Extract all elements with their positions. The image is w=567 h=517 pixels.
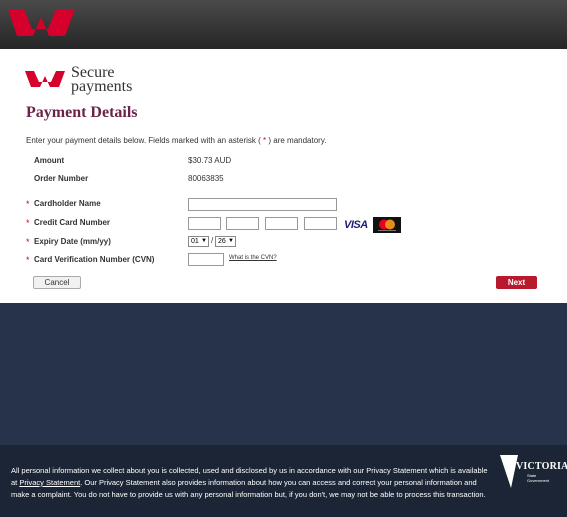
order-number-label: Order Number	[34, 174, 89, 183]
amount-label: Amount	[34, 156, 65, 165]
amount-value: $30.73 AUD	[188, 156, 232, 165]
cancel-button[interactable]: Cancel	[33, 276, 81, 289]
required-asterisk: *	[26, 199, 30, 209]
cvn-label: Card Verification Number (CVN)	[34, 255, 155, 264]
card-number-label: Credit Card Number	[34, 218, 111, 227]
secure-payments-wordmark: Secure payments	[71, 65, 133, 95]
card-number-part-1-input[interactable]	[188, 217, 221, 230]
victoria-wordmark: VICTORIA	[516, 461, 567, 472]
privacy-notice: All personal information we collect abou…	[11, 465, 495, 501]
required-asterisk: *	[26, 237, 30, 247]
brand-line-payments: payments	[71, 78, 133, 95]
cardholder-name-label: Cardholder Name	[34, 199, 101, 208]
expiry-month-select[interactable]: 01 ▼	[188, 236, 209, 247]
required-asterisk: *	[26, 218, 30, 228]
visa-logo: VISA	[344, 219, 368, 231]
page-title: Payment Details	[26, 104, 138, 121]
intro-text-before: Enter your payment details below. Fields…	[26, 136, 261, 145]
intro-text-after: ) are mandatory.	[268, 136, 327, 145]
westpac-logo-icon	[8, 9, 75, 36]
card-number-part-3-input[interactable]	[265, 217, 298, 230]
required-asterisk: *	[26, 255, 30, 265]
expiry-date-label: Expiry Date (mm/yy)	[34, 237, 111, 246]
card-number-part-2-input[interactable]	[226, 217, 259, 230]
privacy-statement-link[interactable]: Privacy Statement	[19, 478, 80, 487]
expiry-year-select[interactable]: 26 ▼	[215, 236, 236, 247]
chevron-down-icon: ▼	[228, 238, 234, 244]
state-government-text: State Government	[527, 473, 550, 483]
order-number-value: 80063835	[188, 174, 224, 183]
expiry-separator: /	[211, 236, 214, 245]
card-number-part-4-input[interactable]	[304, 217, 337, 230]
westpac-brand-logo-icon	[25, 71, 65, 87]
cvn-help-link[interactable]: What is the CVN?	[229, 255, 277, 261]
next-button[interactable]: Next	[496, 276, 537, 289]
cvn-input[interactable]	[188, 253, 224, 266]
form-instructions: Enter your payment details below. Fields…	[26, 136, 326, 145]
privacy-text-2: . Our Privacy Statement also provides in…	[11, 478, 486, 499]
cardholder-name-input[interactable]	[188, 198, 337, 211]
chevron-down-icon: ▼	[201, 238, 207, 244]
expiry-year-value: 26	[218, 238, 226, 245]
top-header-bar	[0, 0, 567, 49]
mastercard-logo-icon	[373, 217, 401, 233]
expiry-month-value: 01	[191, 238, 199, 245]
intro-asterisk: *	[263, 136, 267, 145]
